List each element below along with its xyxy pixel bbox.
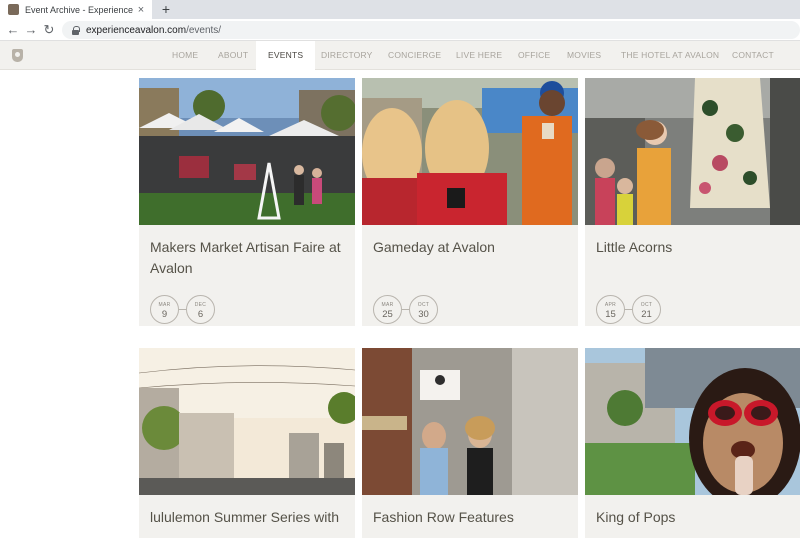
event-title[interactable]: King of Pops bbox=[596, 507, 796, 528]
avalon-logo-icon[interactable] bbox=[12, 49, 23, 62]
event-card[interactable]: Gameday at Avalon MAR 25 OCT 30 bbox=[362, 78, 578, 326]
nav-live-here[interactable]: LIVE HERE bbox=[456, 41, 502, 70]
event-dates: MAR 25 OCT 30 bbox=[373, 295, 438, 324]
kids-dancing-photo[interactable] bbox=[585, 78, 800, 225]
nav-home[interactable]: HOME bbox=[172, 41, 198, 70]
url-host: experienceavalon.com bbox=[86, 24, 187, 36]
end-day: 30 bbox=[418, 309, 429, 320]
start-date: MAR 25 bbox=[373, 295, 402, 324]
start-month: MAR bbox=[381, 302, 394, 308]
event-dates: APR 15 OCT 21 bbox=[596, 295, 661, 324]
date-connector bbox=[402, 309, 409, 310]
event-title[interactable]: lululemon Summer Series with bbox=[150, 507, 350, 528]
reload-icon[interactable]: ↻ bbox=[40, 21, 58, 39]
start-day: 25 bbox=[382, 309, 393, 320]
event-card[interactable]: Little Acorns APR 15 OCT 21 bbox=[585, 78, 800, 326]
nav-about[interactable]: ABOUT bbox=[218, 41, 248, 70]
end-date: OCT 21 bbox=[632, 295, 661, 324]
browser-toolbar: ← → ↻ experienceavalon.com/events/ bbox=[0, 19, 800, 41]
event-title[interactable]: Gameday at Avalon bbox=[373, 237, 573, 258]
event-card[interactable]: Fashion Row Features bbox=[362, 348, 578, 538]
event-title[interactable]: Makers Market Artisan Faire at Avalon bbox=[150, 237, 350, 279]
date-connector bbox=[179, 309, 186, 310]
end-day: 21 bbox=[641, 309, 652, 320]
url-path: /events/ bbox=[186, 24, 222, 36]
event-title[interactable]: Little Acorns bbox=[596, 237, 796, 258]
end-day: 6 bbox=[197, 309, 204, 320]
event-card[interactable]: lululemon Summer Series with bbox=[139, 348, 355, 538]
event-dates: MAR 9 DEC 6 bbox=[150, 295, 215, 324]
girl-popsicle-photo[interactable] bbox=[585, 348, 800, 495]
browser-tab-bar: Event Archive - Experience Avalon × + bbox=[0, 0, 800, 19]
end-month: DEC bbox=[194, 302, 207, 308]
end-month: OCT bbox=[417, 302, 430, 308]
forward-arrow-icon[interactable]: → bbox=[22, 21, 40, 39]
start-day: 15 bbox=[605, 309, 616, 320]
nav-contact[interactable]: CONTACT bbox=[732, 41, 774, 70]
new-tab-icon[interactable]: + bbox=[158, 0, 174, 19]
start-day: 9 bbox=[161, 309, 168, 320]
address-bar[interactable]: experienceavalon.com/events/ bbox=[62, 21, 800, 39]
start-date: APR 15 bbox=[596, 295, 625, 324]
street-buildings-photo[interactable] bbox=[139, 348, 355, 495]
event-title[interactable]: Fashion Row Features bbox=[373, 507, 573, 528]
start-month: MAR bbox=[158, 302, 171, 308]
end-date: OCT 30 bbox=[409, 295, 438, 324]
end-date: DEC 6 bbox=[186, 295, 215, 324]
nav-concierge[interactable]: CONCIERGE bbox=[388, 41, 441, 70]
back-arrow-icon[interactable]: ← bbox=[4, 21, 22, 39]
nav-hotel[interactable]: THE HOTEL AT AVALON bbox=[621, 41, 719, 70]
nav-directory[interactable]: DIRECTORY bbox=[321, 41, 373, 70]
football-fans-photo[interactable] bbox=[362, 78, 578, 225]
start-month: APR bbox=[604, 302, 617, 308]
market-tents-photo[interactable] bbox=[139, 78, 355, 225]
browser-tab[interactable]: Event Archive - Experience Avalon × bbox=[0, 0, 152, 19]
nav-office[interactable]: OFFICE bbox=[518, 41, 550, 70]
site-favicon-icon bbox=[8, 4, 19, 15]
nav-events[interactable]: EVENTS bbox=[256, 41, 316, 70]
event-card[interactable]: Makers Market Artisan Faire at Avalon MA… bbox=[139, 78, 355, 326]
date-connector bbox=[625, 309, 632, 310]
events-grid: Makers Market Artisan Faire at Avalon MA… bbox=[0, 70, 800, 538]
event-card[interactable]: King of Pops bbox=[585, 348, 800, 538]
tab-title: Event Archive - Experience Avalon bbox=[25, 4, 134, 15]
nav-movies[interactable]: MOVIES bbox=[567, 41, 601, 70]
shopping-women-photo[interactable] bbox=[362, 348, 578, 495]
start-date: MAR 9 bbox=[150, 295, 179, 324]
lock-icon[interactable] bbox=[72, 26, 80, 35]
end-month: OCT bbox=[640, 302, 653, 308]
close-tab-icon[interactable]: × bbox=[134, 4, 148, 16]
site-navigation: HOME ABOUT EVENTS DIRECTORY CONCIERGE LI… bbox=[0, 41, 800, 70]
